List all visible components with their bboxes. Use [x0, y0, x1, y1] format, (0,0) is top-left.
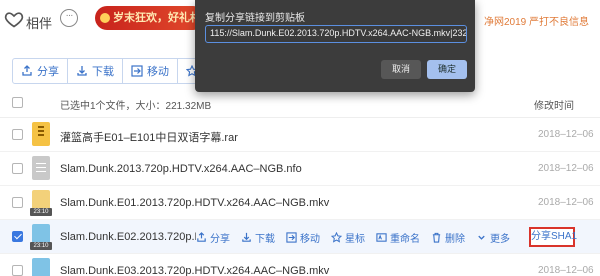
file-time: 2018–12–06 — [538, 265, 594, 276]
document-file-icon — [32, 156, 50, 180]
select-all-checkbox[interactable] — [12, 97, 23, 108]
row-checkbox[interactable] — [12, 163, 23, 174]
row-star-button[interactable]: 星标 — [331, 230, 365, 245]
row-move-label: 移动 — [300, 233, 320, 245]
rar-file-icon — [32, 122, 50, 146]
file-name[interactable]: Slam.Dunk.2013.720p.HDTV.x264.AAC–NGB.nf… — [60, 163, 302, 175]
brand-label[interactable]: 相伴 — [26, 13, 52, 32]
row-checkbox[interactable] — [12, 197, 23, 208]
row-checkbox[interactable] — [12, 129, 23, 140]
copy-link-dialog: 复制分享链接到剪贴板 115://Slam.Dunk.E02.2013.720p… — [195, 0, 475, 92]
row-download-button[interactable]: 下载 — [241, 230, 275, 245]
toolbar-download-button[interactable]: 下载 — [68, 59, 123, 83]
share-sha1-button[interactable]: 分享SHA1 — [529, 227, 577, 247]
download-icon — [242, 232, 251, 242]
video-thumbnail-icon: 23:10 — [30, 224, 52, 250]
move-icon — [131, 65, 143, 77]
file-row[interactable]: Slam.Dunk.E03.2013.720p.HDTV.x264.AAC–NG… — [0, 254, 600, 276]
video-thumbnail-icon — [32, 258, 50, 276]
row-star-label: 星标 — [345, 233, 365, 245]
promo-banner[interactable]: 岁末狂欢，好礼相惠 — [95, 6, 205, 30]
file-time: 2018–12–06 — [538, 163, 594, 174]
modified-time-header[interactable]: 修改时间 — [534, 97, 574, 112]
row-move-button[interactable]: 移动 — [286, 230, 320, 245]
file-name[interactable]: Slam.Dunk.E01.2013.720p.HDTV.x264.AAC–NG… — [60, 197, 329, 209]
row-rename-button[interactable]: 重命名 — [376, 230, 420, 245]
row-share-button[interactable]: 分享 — [196, 230, 230, 245]
toolbar-share-button[interactable]: 分享 — [13, 59, 68, 83]
row-more-button[interactable]: 更多 — [476, 230, 510, 245]
file-time: 2018–12–06 — [538, 197, 594, 208]
video-duration: 23:10 — [30, 242, 52, 250]
file-row[interactable]: 灌篮高手E01–E101中日双语字幕.rar 2018–12–06 — [0, 118, 600, 152]
row-checkbox-checked[interactable] — [12, 231, 23, 242]
cancel-button[interactable]: 取消 — [381, 60, 421, 79]
toolbar-move-label: 移动 — [147, 66, 169, 78]
file-row[interactable]: Slam.Dunk.2013.720p.HDTV.x264.AAC–NGB.nf… — [0, 152, 600, 186]
video-thumbnail-icon: 23:10 — [30, 190, 52, 216]
file-name[interactable]: Slam.Dunk.E03.2013.720p.HDTV.x264.AAC–NG… — [60, 265, 329, 276]
share-icon — [22, 65, 32, 76]
row-checkbox[interactable] — [12, 265, 23, 276]
video-duration: 23:10 — [30, 208, 52, 216]
row-share-label: 分享 — [210, 233, 230, 245]
rename-icon — [376, 232, 387, 242]
selection-summary: 已选中1个文件，大小：221.32MB — [60, 101, 212, 112]
dialog-title: 复制分享链接到剪贴板 — [205, 13, 305, 24]
download-icon — [77, 66, 87, 76]
promo-text: 岁末狂欢，好礼相惠 — [113, 12, 205, 24]
row-delete-label: 删除 — [445, 233, 465, 245]
row-rename-label: 重命名 — [390, 233, 420, 245]
share-link-field[interactable]: 115://Slam.Dunk.E02.2013.720p.HDTV.x264.… — [205, 25, 467, 43]
notice-link[interactable]: 净网2019 严打不良信息 — [484, 13, 589, 28]
chevron-down-icon — [478, 235, 485, 240]
file-row-selected[interactable]: 23:10 Slam.Dunk.E02.2013.720p.HDTV.x26 分… — [0, 220, 600, 254]
toolbar-download-label: 下载 — [92, 66, 114, 78]
toolbar-share-label: 分享 — [37, 66, 59, 78]
confirm-button[interactable]: 确定 — [427, 60, 467, 79]
toolbar-move-button[interactable]: 移动 — [123, 59, 178, 83]
row-actions: 分享 下载 移动 星标 重命名 删除 更多 — [196, 228, 521, 246]
more-icon[interactable]: ··· — [60, 9, 78, 27]
file-time: 2018–12–06 — [538, 129, 594, 140]
share-icon — [197, 231, 206, 242]
star-icon — [331, 231, 342, 243]
move-icon — [286, 231, 297, 243]
row-download-label: 下载 — [255, 233, 275, 245]
trash-icon — [432, 232, 441, 243]
gift-icon — [100, 13, 110, 23]
row-delete-button[interactable]: 删除 — [431, 230, 465, 245]
row-more-label: 更多 — [490, 233, 510, 245]
file-row[interactable]: 23:10 Slam.Dunk.E01.2013.720p.HDTV.x264.… — [0, 186, 600, 220]
file-name[interactable]: 灌篮高手E01–E101中日双语字幕.rar — [60, 129, 238, 145]
list-header: 已选中1个文件，大小：221.32MB 修改时间 — [0, 92, 600, 118]
heart-logo-icon[interactable] — [4, 9, 24, 29]
